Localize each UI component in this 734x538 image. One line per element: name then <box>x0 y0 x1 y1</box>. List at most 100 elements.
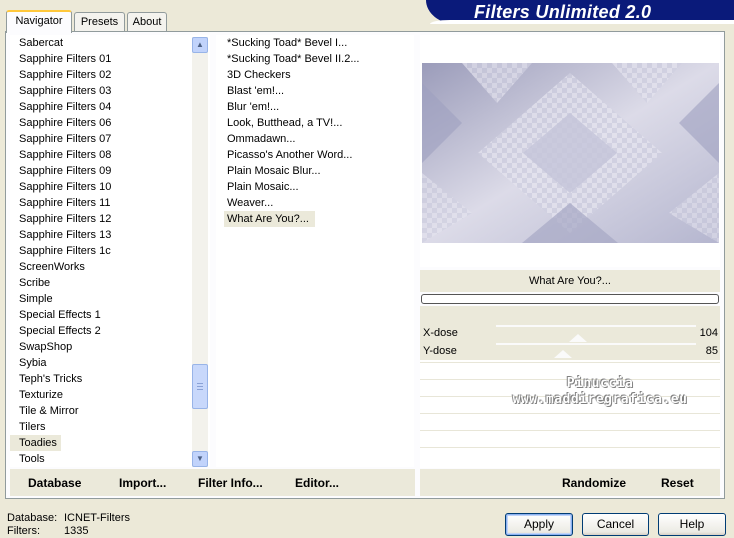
filter-item[interactable]: *Sucking Toad* Bevel I... <box>216 35 414 51</box>
slider-label: X-dose <box>423 327 458 339</box>
category-item[interactable]: Sapphire Filters 02 <box>10 67 210 83</box>
slider-track[interactable] <box>496 325 696 327</box>
watermark-line: Pinuccia <box>566 376 634 391</box>
category-item[interactable]: Special Effects 1 <box>10 307 210 323</box>
filters-label: Filters: <box>7 525 40 537</box>
filter-label: *Sucking Toad* Bevel II.2... <box>227 53 360 65</box>
category-item[interactable]: Sapphire Filters 1c <box>10 243 210 259</box>
tab-presets[interactable]: Presets <box>74 12 125 32</box>
randomize-button[interactable]: Randomize <box>562 476 626 490</box>
filter-label: What Are You?... <box>224 211 315 227</box>
category-label: Sabercat <box>19 37 64 49</box>
category-label: Scribe <box>19 277 51 289</box>
filter-label: Blur 'em!... <box>227 101 280 113</box>
slider-track[interactable] <box>496 343 696 345</box>
category-item[interactable]: Sapphire Filters 01 <box>10 51 210 67</box>
preview-image <box>422 63 719 243</box>
empty-parameter-row <box>420 430 720 446</box>
filter-label: Weaver... <box>227 197 274 209</box>
apply-button[interactable]: Apply <box>505 513 573 536</box>
category-item[interactable]: Sapphire Filters 10 <box>10 179 210 195</box>
database-label: Database: <box>7 512 58 524</box>
status-info: Database: ICNET-Filters Filters: 1335 <box>7 512 130 538</box>
reset-button[interactable]: Reset <box>661 476 694 490</box>
database-button[interactable]: Database <box>28 476 81 490</box>
category-item[interactable]: Sapphire Filters 13 <box>10 227 210 243</box>
tab-about[interactable]: About <box>127 12 167 32</box>
slider-y-dose[interactable]: Y-dose 85 <box>420 342 720 360</box>
filter-item[interactable]: What Are You?... <box>216 211 414 227</box>
category-label: Sybia <box>19 357 47 369</box>
slider-value[interactable]: 85 <box>706 345 718 357</box>
category-item[interactable]: Sapphire Filters 03 <box>10 83 210 99</box>
category-item[interactable]: Sybia <box>10 355 210 371</box>
category-item[interactable]: ScreenWorks <box>10 259 210 275</box>
preview-pattern <box>422 63 719 243</box>
category-item[interactable]: Sapphire Filters 04 <box>10 99 210 115</box>
editor-button[interactable]: Editor... <box>295 476 339 490</box>
category-label: ScreenWorks <box>19 261 85 273</box>
category-label: Sapphire Filters 07 <box>19 133 112 145</box>
slider-x-dose[interactable]: X-dose 104 <box>420 324 720 342</box>
category-item[interactable]: Teph's Tricks <box>10 371 210 387</box>
filter-item[interactable]: Plain Mosaic Blur... <box>216 163 414 179</box>
category-item[interactable]: Simple <box>10 291 210 307</box>
category-item[interactable]: Sapphire Filters 06 <box>10 115 210 131</box>
slider-thumb[interactable] <box>568 334 587 342</box>
slider-value[interactable]: 104 <box>700 327 718 339</box>
empty-parameter-row <box>420 413 720 429</box>
category-label: Teph's Tricks <box>19 373 83 385</box>
category-label: Sapphire Filters 04 <box>19 101 112 113</box>
parameters-panel: X-dose 104 Y-dose 85 Pinuccia www.maddir… <box>420 306 720 468</box>
filter-item[interactable]: *Sucking Toad* Bevel II.2... <box>216 51 414 67</box>
category-list[interactable]: Sabercat Sapphire Filters 01 Sapphire Filt… <box>10 35 210 467</box>
category-item[interactable]: Sapphire Filters 08 <box>10 147 210 163</box>
help-button[interactable]: Help <box>658 513 726 536</box>
filter-item[interactable]: Blur 'em!... <box>216 99 414 115</box>
category-label: Sapphire Filters 01 <box>19 53 112 65</box>
filter-item[interactable]: Ommadawn... <box>216 131 414 147</box>
filter-label: *Sucking Toad* Bevel I... <box>227 37 348 49</box>
filter-item[interactable]: Picasso's Another Word... <box>216 147 414 163</box>
preview-panel <box>420 35 720 267</box>
category-label: Sapphire Filters 1c <box>19 245 111 257</box>
category-scrollbar[interactable]: ▲ ▼ <box>192 37 208 467</box>
category-label: Sapphire Filters 11 <box>19 197 111 209</box>
filters-count: 1335 <box>64 525 89 537</box>
filter-list[interactable]: *Sucking Toad* Bevel I... *Sucking Toad* … <box>216 35 414 467</box>
category-item[interactable]: Tools <box>10 451 210 467</box>
scroll-down-button[interactable]: ▼ <box>192 451 208 467</box>
category-item[interactable]: Sapphire Filters 12 <box>10 211 210 227</box>
tab-navigator[interactable]: Navigator <box>6 10 72 33</box>
category-item[interactable]: Sapphire Filters 09 <box>10 163 210 179</box>
category-label: Sapphire Filters 09 <box>19 165 112 177</box>
watermark-line: www.maddiregrafica.eu <box>512 392 688 407</box>
category-label: Special Effects 1 <box>19 309 101 321</box>
import-button[interactable]: Import... <box>119 476 166 490</box>
filter-item[interactable]: Weaver... <box>216 195 414 211</box>
category-item[interactable]: Tile & Mirror <box>10 403 210 419</box>
slider-thumb[interactable] <box>553 350 572 358</box>
category-item[interactable]: Scribe <box>10 275 210 291</box>
filter-item[interactable]: Blast 'em!... <box>216 83 414 99</box>
category-item[interactable]: Sapphire Filters 07 <box>10 131 210 147</box>
filter-item[interactable]: Plain Mosaic... <box>216 179 414 195</box>
logo-swoosh <box>430 20 734 24</box>
category-item[interactable]: Tilers <box>10 419 210 435</box>
cancel-button[interactable]: Cancel <box>582 513 649 536</box>
category-item[interactable]: SwapShop <box>10 339 210 355</box>
scroll-thumb[interactable] <box>192 364 208 409</box>
category-item[interactable]: Sabercat <box>10 35 210 51</box>
category-label: Sapphire Filters 10 <box>19 181 112 193</box>
filter-info-button[interactable]: Filter Info... <box>198 476 263 490</box>
filter-item[interactable]: Look, Butthead, a TV!... <box>216 115 414 131</box>
category-label: Sapphire Filters 02 <box>19 69 112 81</box>
database-value: ICNET-Filters <box>64 512 130 524</box>
grip-icon <box>197 383 203 390</box>
category-item[interactable]: Toadies <box>10 435 210 451</box>
category-item[interactable]: Sapphire Filters 11 <box>10 195 210 211</box>
category-item[interactable]: Special Effects 2 <box>10 323 210 339</box>
scroll-up-button[interactable]: ▲ <box>192 37 208 53</box>
filter-item[interactable]: 3D Checkers <box>216 67 414 83</box>
category-item[interactable]: Texturize <box>10 387 210 403</box>
